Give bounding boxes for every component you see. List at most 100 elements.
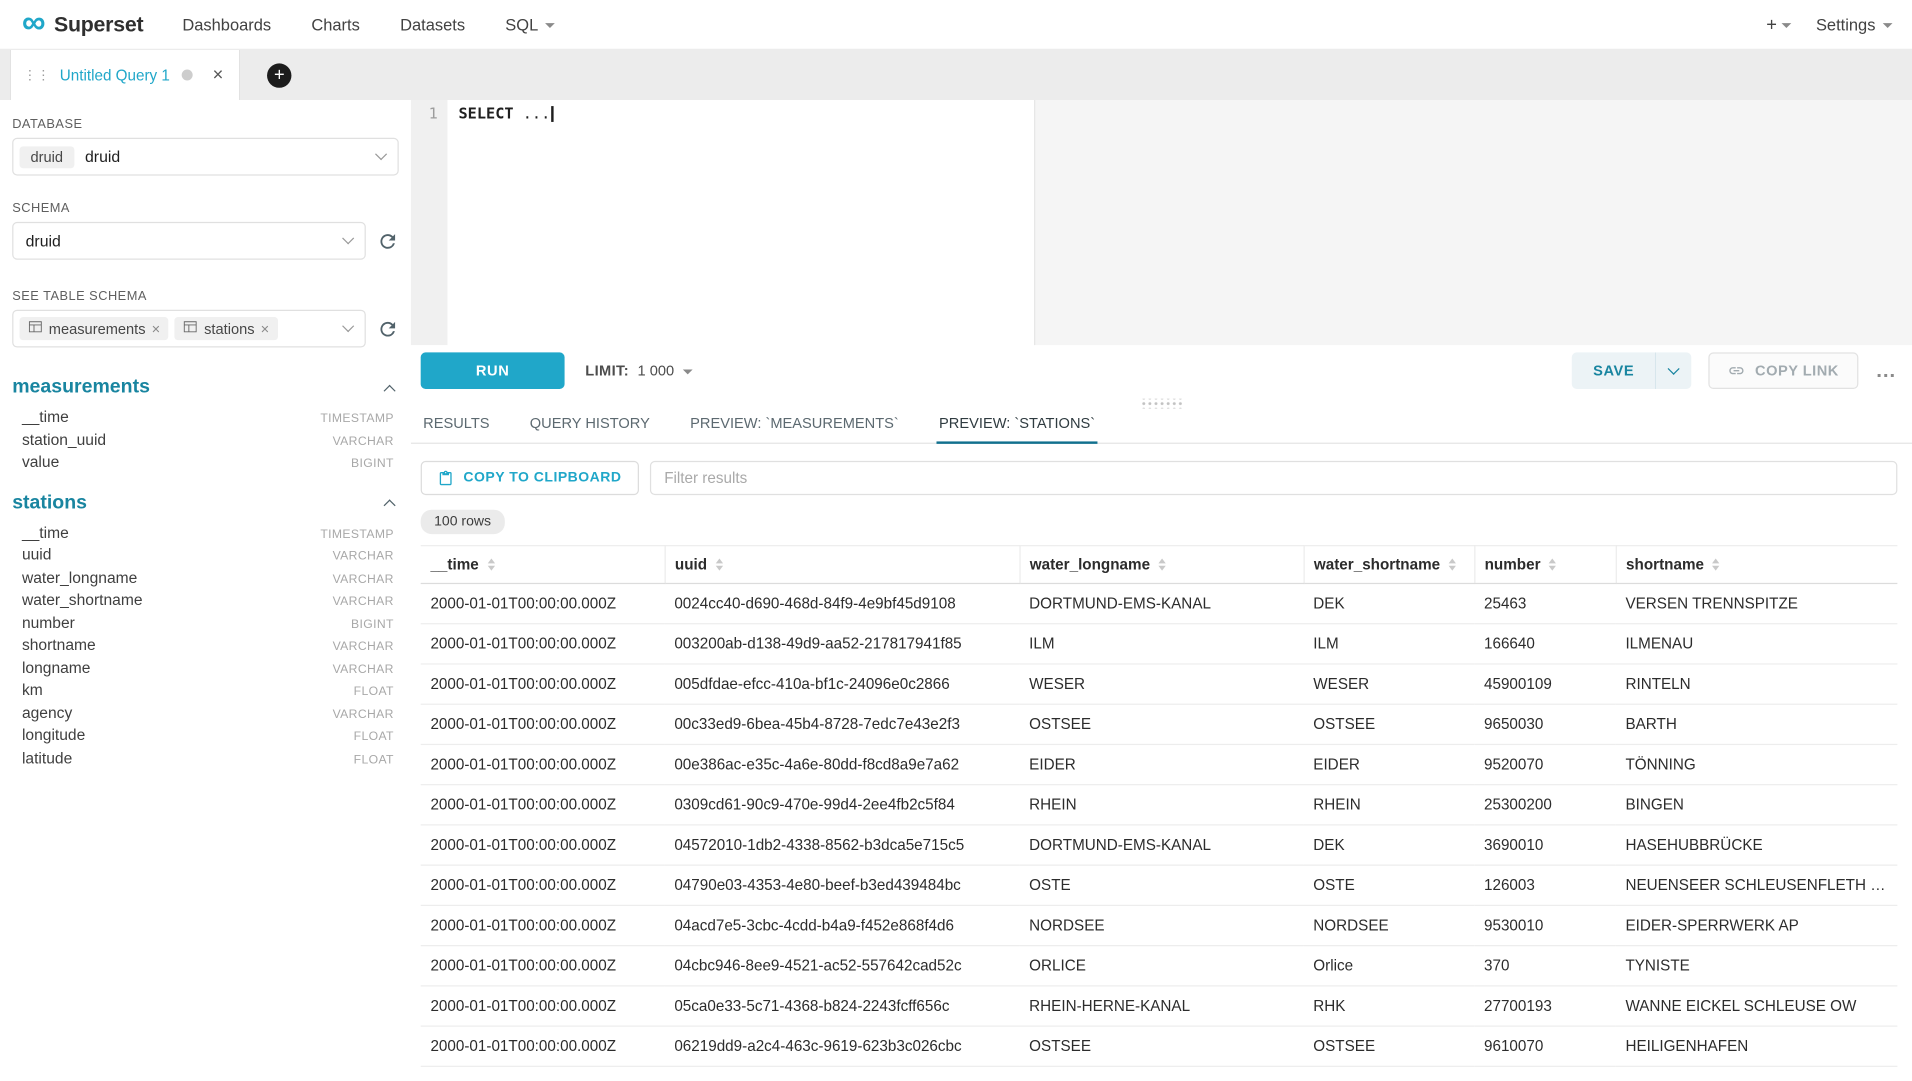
column-row: water_shortnameVARCHAR bbox=[12, 590, 399, 613]
table-cell: 00c33ed9-6bea-45b4-8728-7edc7e43e2f3 bbox=[665, 704, 1020, 744]
limit-dropdown[interactable]: LIMIT: 1 000 bbox=[585, 362, 692, 379]
column-header-water_longname[interactable]: water_longname bbox=[1019, 546, 1303, 584]
schema-select[interactable]: druid bbox=[12, 222, 366, 260]
column-row: latitudeFLOAT bbox=[12, 748, 399, 771]
sort-icon[interactable] bbox=[1713, 558, 1720, 570]
new-item-button[interactable]: + bbox=[1766, 14, 1791, 35]
filter-results-input[interactable] bbox=[650, 461, 1898, 495]
table-cell: 126003 bbox=[1474, 865, 1615, 905]
settings-menu[interactable]: Settings bbox=[1816, 15, 1893, 33]
run-button[interactable]: RUN bbox=[421, 352, 565, 389]
rows-count-badge: 100 rows bbox=[421, 510, 505, 534]
table-cell: 2000-01-01T00:00:00.000Z bbox=[421, 583, 665, 623]
chevron-down-icon bbox=[375, 148, 387, 160]
save-button[interactable]: SAVE bbox=[1572, 352, 1655, 389]
sql-keyword: SELECT bbox=[458, 104, 513, 122]
table-cell: OSTSEE bbox=[1019, 1026, 1303, 1066]
column-header-water_shortname[interactable]: water_shortname bbox=[1304, 546, 1475, 584]
column-header-__time[interactable]: __time bbox=[421, 546, 665, 584]
query-tabstrip: ⋮⋮ Untitled Query 1 × + bbox=[0, 50, 1912, 100]
remove-table-icon[interactable]: × bbox=[152, 320, 161, 337]
tab-query-history[interactable]: QUERY HISTORY bbox=[527, 415, 652, 443]
tab-results[interactable]: RESULTS bbox=[421, 415, 492, 443]
table-section-header-stations[interactable]: stations bbox=[12, 492, 399, 514]
tab-preview-measurements[interactable]: PREVIEW: `MEASUREMENTS` bbox=[688, 415, 902, 443]
results-controls: COPY TO CLIPBOARD bbox=[411, 444, 1912, 495]
column-type: BIGINT bbox=[351, 457, 394, 470]
table-cell: EIDER bbox=[1019, 744, 1303, 784]
editor-toolbar: RUN LIMIT: 1 000 SAVE COPY LINK … bbox=[411, 345, 1912, 395]
table-cell: HASEHUBBRÜCKE bbox=[1616, 825, 1898, 865]
sqllab-sidebar: DATABASE druid druid SCHEMA druid SEE TA… bbox=[0, 100, 411, 1080]
table-cell: BINGEN bbox=[1616, 785, 1898, 825]
superset-logo[interactable]: ∞ Superset bbox=[22, 10, 143, 38]
drag-handle-icon: ⋮⋮ bbox=[23, 67, 50, 83]
table-cell: DEK bbox=[1304, 825, 1475, 865]
remove-table-icon[interactable]: × bbox=[261, 320, 270, 337]
column-type: VARCHAR bbox=[333, 640, 394, 653]
sort-icon[interactable] bbox=[1449, 558, 1456, 570]
column-header-uuid[interactable]: uuid bbox=[665, 546, 1020, 584]
column-row: longnameVARCHAR bbox=[12, 658, 399, 681]
column-name: water_longname bbox=[12, 568, 137, 586]
database-select[interactable]: druid druid bbox=[12, 138, 399, 176]
nav-item-charts[interactable]: Charts bbox=[311, 15, 359, 33]
nav-item-label: Dashboards bbox=[182, 15, 271, 33]
sql-editor[interactable]: 1 SELECT ... bbox=[411, 100, 1912, 345]
nav-item-datasets[interactable]: Datasets bbox=[400, 15, 465, 33]
column-row: water_longnameVARCHAR bbox=[12, 568, 399, 591]
save-options-button[interactable] bbox=[1655, 352, 1692, 389]
column-name: latitude bbox=[12, 748, 72, 766]
table-cell: 2000-01-01T00:00:00.000Z bbox=[421, 785, 665, 825]
refresh-tables-icon[interactable] bbox=[377, 318, 399, 340]
pane-resize-handle[interactable] bbox=[411, 395, 1912, 411]
copy-link-button[interactable]: COPY LINK bbox=[1709, 352, 1859, 389]
nav-item-dashboards[interactable]: Dashboards bbox=[182, 15, 271, 33]
navbar: ∞ Superset Dashboards Charts Datasets SQL +… bbox=[0, 0, 1912, 50]
column-header-number[interactable]: number bbox=[1474, 546, 1615, 584]
table-cell: 2000-01-01T00:00:00.000Z bbox=[421, 825, 665, 865]
table-row: 2000-01-01T00:00:00.000Z06219dd9-a2c4-46… bbox=[421, 1026, 1898, 1066]
close-tab-icon[interactable]: × bbox=[213, 65, 224, 86]
table-chip-stations: stations × bbox=[175, 317, 278, 340]
table-chip-measurements: measurements × bbox=[20, 317, 169, 340]
collapse-chevron-icon[interactable] bbox=[384, 499, 396, 511]
sort-icon[interactable] bbox=[1549, 558, 1556, 570]
nav-item-sql[interactable]: SQL bbox=[505, 15, 555, 33]
column-name: value bbox=[12, 452, 59, 470]
sort-icon[interactable] bbox=[716, 558, 723, 570]
table-cell: WESER bbox=[1019, 664, 1303, 704]
table-cell: OSTSEE bbox=[1304, 704, 1475, 744]
column-header-shortname[interactable]: shortname bbox=[1616, 546, 1898, 584]
table-chip-label: measurements bbox=[49, 320, 146, 337]
table-cell: 9520070 bbox=[1474, 744, 1615, 784]
table-icon bbox=[183, 319, 198, 337]
table-cell: TÖNNING bbox=[1616, 744, 1898, 784]
column-type: VARCHAR bbox=[333, 663, 394, 676]
refresh-schemas-icon[interactable] bbox=[377, 230, 399, 252]
tab-preview-stations[interactable]: PREVIEW: `STATIONS` bbox=[937, 415, 1098, 443]
grip-dots-icon bbox=[1141, 398, 1182, 408]
sort-asc-icon bbox=[487, 558, 494, 563]
copy-to-clipboard-button[interactable]: COPY TO CLIPBOARD bbox=[421, 461, 639, 495]
sort-icon[interactable] bbox=[487, 558, 494, 570]
table-cell: 9650030 bbox=[1474, 704, 1615, 744]
editor-code-area[interactable]: SELECT ... bbox=[448, 100, 1912, 345]
query-tab[interactable]: ⋮⋮ Untitled Query 1 × bbox=[10, 50, 241, 100]
table-cell: 9610070 bbox=[1474, 1026, 1615, 1066]
table-row: 2000-01-01T00:00:00.000Z04cbc946-8ee9-45… bbox=[421, 946, 1898, 986]
navbar-right: + Settings bbox=[1766, 14, 1892, 35]
chevron-down-icon bbox=[342, 320, 354, 332]
table-chip-label: stations bbox=[204, 320, 254, 337]
more-options-button[interactable]: … bbox=[1875, 364, 1897, 376]
database-label: DATABASE bbox=[12, 117, 399, 132]
query-tab-label: Untitled Query 1 bbox=[60, 66, 170, 83]
table-section-header-measurements[interactable]: measurements bbox=[12, 377, 399, 399]
collapse-chevron-icon[interactable] bbox=[384, 384, 396, 396]
table-cell: OSTE bbox=[1304, 865, 1475, 905]
sort-icon[interactable] bbox=[1159, 558, 1166, 570]
add-tab-button[interactable]: + bbox=[267, 63, 291, 87]
column-type: FLOAT bbox=[354, 730, 394, 743]
column-name: water_shortname bbox=[12, 590, 142, 608]
table-select[interactable]: measurements × stations × bbox=[12, 310, 366, 348]
